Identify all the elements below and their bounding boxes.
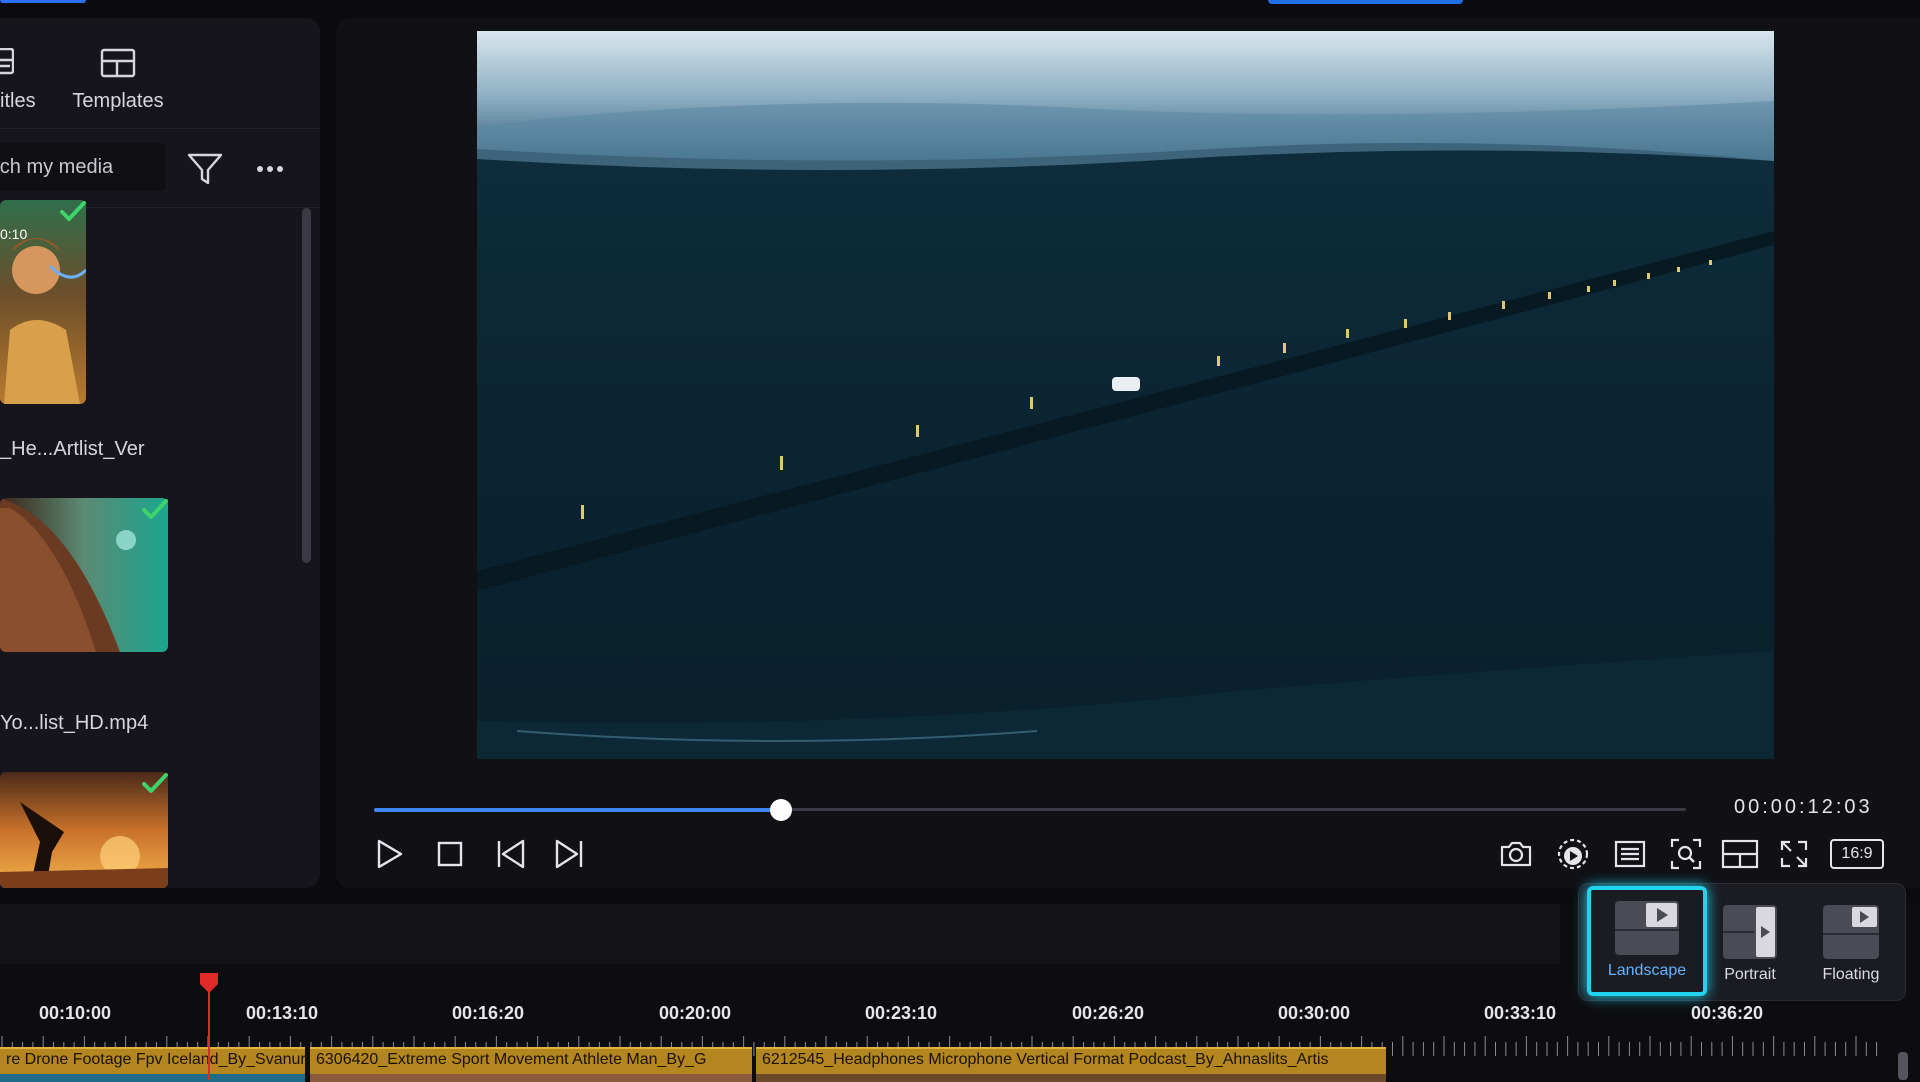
tab-titles[interactable]: itles (0, 32, 44, 118)
media-thumbnail-image (0, 498, 168, 652)
media-name: Yo...list_HD.mp4 (0, 712, 149, 734)
check-icon (60, 201, 86, 221)
clip-thumbnail-strip (310, 1074, 752, 1082)
subtitles-icon (1614, 840, 1646, 868)
stop-icon (437, 841, 463, 867)
media-scrollbar[interactable] (302, 208, 311, 563)
media-panel: itles Templates arch my media 0:10 _He..… (0, 18, 320, 888)
layout-option-floating[interactable]: Floating (1803, 890, 1899, 994)
filter-icon[interactable] (186, 151, 224, 187)
current-timecode: 00:00:12:03 (1734, 796, 1873, 818)
check-icon (142, 499, 168, 519)
subtitles-button[interactable] (1610, 834, 1650, 874)
media-search-bar (0, 128, 320, 208)
templates-icon (100, 48, 136, 78)
layout-option-label: Portrait (1724, 966, 1776, 983)
next-frame-button[interactable] (548, 834, 588, 874)
more-options-icon[interactable] (256, 165, 284, 173)
layout-option-landscape[interactable]: Landscape (1587, 886, 1707, 996)
ruler-label: 00:30:00 (1278, 1003, 1351, 1023)
timeline-clip[interactable]: 6306420_Extreme Sport Movement Athlete M… (310, 1047, 752, 1082)
ruler-label: 00:20:00 (659, 1003, 732, 1023)
playhead-marker-icon[interactable] (199, 972, 219, 994)
previous-frame-button[interactable] (492, 834, 532, 874)
stop-button[interactable] (430, 834, 470, 874)
ruler-label: 00:36:20 (1691, 1003, 1764, 1023)
timeline-clip[interactable]: 6212545_Headphones Microphone Vertical F… (756, 1047, 1386, 1082)
media-name: _He...Artlist_Ver (0, 438, 145, 460)
search-box (0, 143, 166, 191)
car-in-video (1112, 377, 1140, 391)
layout-option-portrait[interactable]: Portrait (1707, 890, 1793, 994)
video-frame-image (477, 31, 1774, 759)
layout-button[interactable] (1720, 834, 1760, 874)
clip-title: 6306420_Extreme Sport Movement Athlete M… (316, 1051, 707, 1068)
snapshot-icon (1500, 841, 1532, 867)
video-preview[interactable] (477, 31, 1774, 759)
zoom-button[interactable] (1666, 834, 1706, 874)
ruler-label: 00:23:10 (865, 1003, 938, 1023)
ruler-label: 00:26:20 (1072, 1003, 1145, 1023)
timeline-toolbar (0, 904, 1560, 964)
ruler-label: 00:13:10 (246, 1003, 319, 1023)
titles-icon (0, 48, 14, 75)
progress-fill (374, 808, 781, 812)
floating-layout-icon (1823, 905, 1879, 959)
layout-menu: Landscape Portrait Floating (1578, 883, 1906, 1001)
active-section-indicator (1268, 0, 1463, 4)
layout-option-label: Floating (1822, 966, 1880, 983)
progress-handle[interactable] (769, 799, 792, 821)
play-icon (377, 839, 403, 869)
media-thumbnail[interactable] (0, 498, 168, 652)
aspect-ratio-label: 16:9 (1841, 845, 1873, 862)
ruler-label: 00:33:10 (1484, 1003, 1557, 1023)
play-button[interactable] (370, 834, 410, 874)
search-input[interactable] (0, 143, 160, 191)
active-tab-indicator (0, 0, 86, 3)
ruler-label: 00:16:20 (452, 1003, 525, 1023)
aspect-ratio-button[interactable]: 16:9 (1830, 839, 1884, 869)
render-preview-icon (1557, 838, 1589, 870)
render-preview-button[interactable] (1553, 834, 1593, 874)
tab-templates[interactable]: Templates (66, 32, 170, 118)
clip-thumbnail-strip (756, 1074, 1386, 1082)
fullscreen-button[interactable] (1774, 834, 1814, 874)
tab-templates-label: Templates (72, 90, 164, 112)
timeline-clip[interactable]: re Drone Footage Fpv Iceland_By_Svanur (0, 1047, 305, 1082)
layout-option-label: Landscape (1607, 962, 1687, 979)
previous-frame-icon (497, 839, 525, 869)
clip-title: re Drone Footage Fpv Iceland_By_Svanur (6, 1051, 305, 1068)
portrait-layout-icon (1723, 905, 1777, 959)
next-frame-icon (555, 839, 583, 869)
fullscreen-icon (1780, 840, 1808, 868)
snapshot-button[interactable] (1496, 834, 1536, 874)
landscape-layout-icon (1615, 901, 1679, 955)
clip-title: 6212545_Headphones Microphone Vertical F… (762, 1051, 1329, 1068)
ruler-label: 00:10:00 (39, 1003, 112, 1023)
layout-icon (1721, 839, 1759, 869)
media-thumbnail[interactable]: 0:10 (0, 200, 86, 404)
media-duration: 0:10 (0, 226, 28, 242)
clip-thumbnail-strip (0, 1074, 305, 1082)
timeline-scrollbar[interactable] (1898, 1052, 1908, 1080)
check-icon (142, 773, 168, 793)
tab-titles-label: itles (0, 90, 36, 112)
zoom-icon (1670, 838, 1702, 870)
